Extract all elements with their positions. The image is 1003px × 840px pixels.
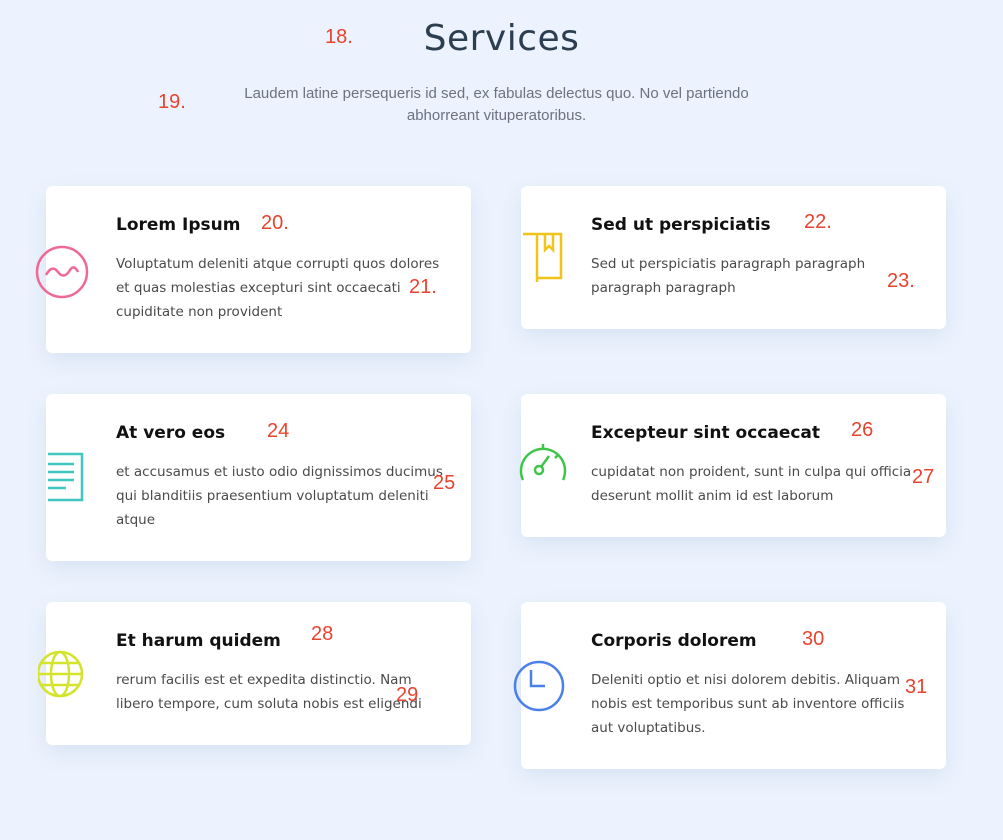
annotation-marker: 21. [409,276,437,298]
card-text: Voluptatum deleniti atque corrupti quos … [116,256,440,320]
annotation-marker: 20. [261,212,289,234]
annotation-marker: 29 [396,684,419,706]
annotation-marker: 28 [311,623,334,645]
card-text: Sed ut perspiciatis paragraph paragraph … [591,256,866,296]
annotation-marker: 24 [267,420,290,442]
card-text: et accusamus et iusto odio dignissimos d… [116,464,443,528]
card-title: Sed ut perspiciatis [591,215,771,235]
annotation-marker: 23. [887,270,915,292]
card-title: Corporis dolorem [591,631,757,651]
card-title: At vero eos [116,423,226,443]
document-icon [46,452,86,509]
globe-icon [36,648,90,705]
annotation-marker: 18. [325,26,353,48]
service-card-excepteur: Excepteur sint occaecat cupidatat non pr… [519,394,946,537]
annotation-marker: 19. [158,91,186,113]
card-title: Excepteur sint occaecat [591,423,821,443]
card-text: cupidatat non proident, sunt in culpa qu… [591,464,912,504]
service-card-sed-ut-perspiciatis: Sed ut perspiciatis Sed ut perspiciatis … [521,186,946,329]
annotation-marker: 30 [802,628,825,650]
service-card-lorem-ipsum: Lorem Ipsum Voluptatum deleniti atque co… [35,186,471,353]
bookmark-book-icon [521,232,565,289]
speedometer-icon [517,438,569,495]
service-card-corporis-dolorem: Corporis dolorem Deleniti optio et nisi … [513,602,946,769]
annotation-marker: 27 [912,466,935,488]
card-text: Deleniti optio et nisi dolorem debitis. … [591,672,905,736]
annotation-marker: 31 [905,676,928,698]
card-title: Lorem Ipsum [116,215,241,235]
service-card-et-harum-quidem: Et harum quidem rerum facilis est et exp… [36,602,471,745]
annotation-marker: 22. [804,211,832,233]
service-card-at-vero-eos: At vero eos et accusamus et iusto odio d… [46,394,471,561]
clock-icon [511,658,567,719]
page-subtitle: Laudem latine persequeris id sed, ex fab… [244,85,749,124]
annotation-marker: 26 [851,419,874,441]
card-title: Et harum quidem [116,631,281,651]
page-title: Services [423,18,580,59]
annotation-marker: 25 [433,472,456,494]
wave-circle-icon [32,242,92,307]
